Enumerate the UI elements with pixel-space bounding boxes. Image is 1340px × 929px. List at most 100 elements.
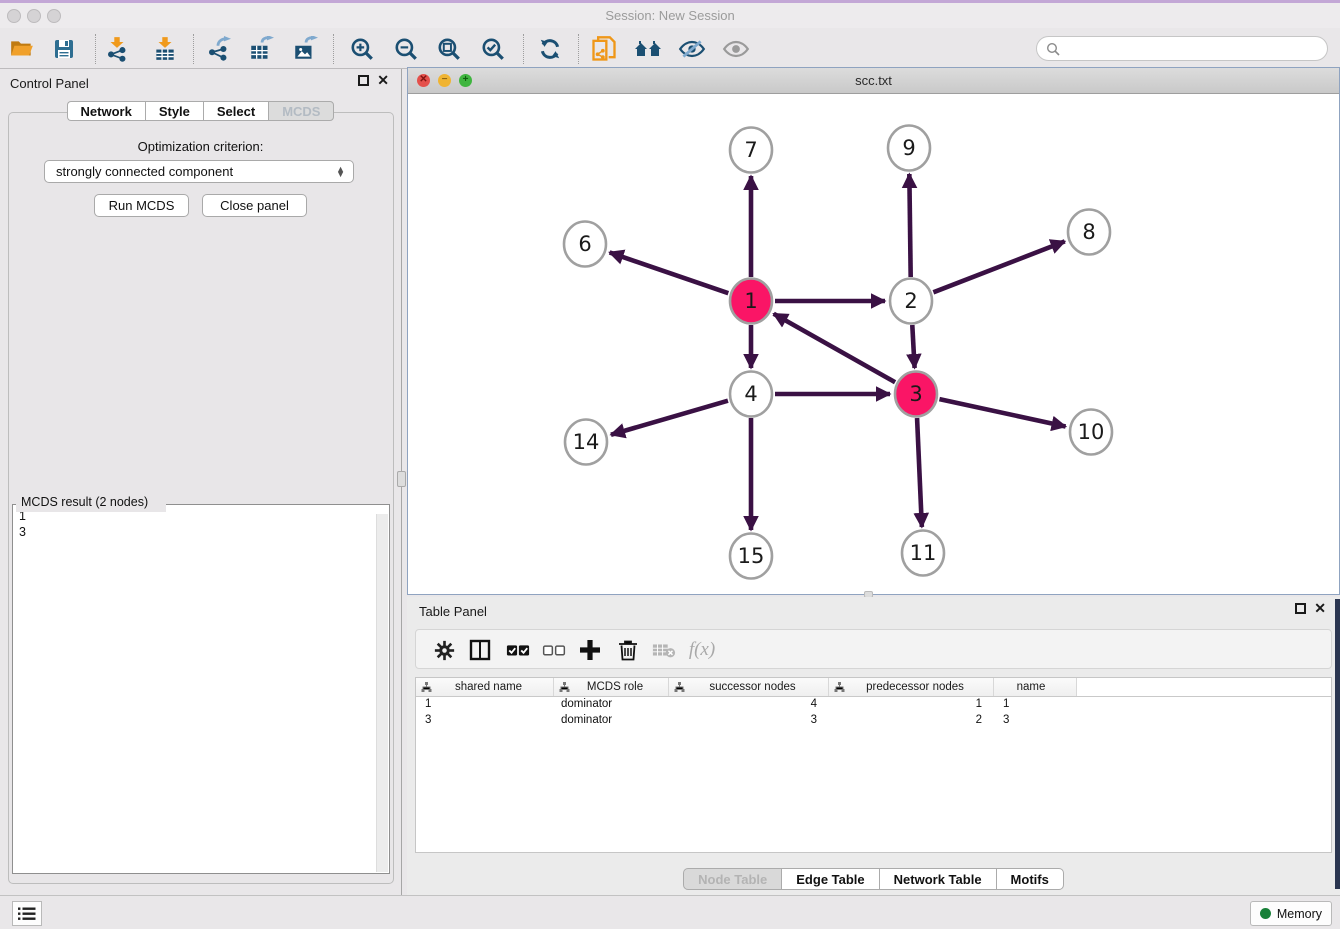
deselect-all-icon[interactable] xyxy=(540,636,568,664)
cell-shared-name[interactable]: 1 xyxy=(416,697,554,713)
column-header-name[interactable]: name xyxy=(994,678,1077,696)
run-mcds-button[interactable]: Run MCDS xyxy=(94,194,189,217)
criterion-dropdown[interactable]: strongly connected component ▲▼ xyxy=(44,160,354,183)
memory-label: Memory xyxy=(1277,907,1322,921)
svg-text:15: 15 xyxy=(738,544,765,568)
search-box[interactable] xyxy=(1036,36,1328,61)
graph-node-9[interactable]: 9 xyxy=(888,126,930,171)
mcds-result-group: MCDS result (2 nodes) 1 3 xyxy=(12,496,390,874)
add-row-icon[interactable] xyxy=(576,636,604,664)
import-table-icon[interactable] xyxy=(151,35,179,63)
edge-3-11[interactable] xyxy=(917,418,922,527)
svg-text:4: 4 xyxy=(744,382,757,406)
cell-name[interactable]: 1 xyxy=(994,697,1077,713)
tab-node-table[interactable]: Node Table xyxy=(683,868,781,890)
graph-node-1[interactable]: 1 xyxy=(730,279,772,324)
column-header-shared-name[interactable]: shared name xyxy=(416,678,554,696)
edge-4-14[interactable] xyxy=(611,401,728,435)
tab-network-table[interactable]: Network Table xyxy=(879,868,996,890)
cell-predecessor-nodes[interactable]: 2 xyxy=(829,713,994,729)
close-panel-icon[interactable]: ✕ xyxy=(377,75,389,86)
memory-button[interactable]: Memory xyxy=(1250,901,1332,926)
svg-text:8: 8 xyxy=(1082,220,1095,244)
open-session-icon[interactable] xyxy=(8,35,36,63)
zoom-selected-icon[interactable] xyxy=(479,35,507,63)
table-row[interactable]: 1 dominator 4 1 1 xyxy=(416,697,1331,713)
cell-shared-name[interactable]: 3 xyxy=(416,713,554,729)
column-header-predecessor-nodes[interactable]: predecessor nodes xyxy=(829,678,994,696)
graph-node-15[interactable]: 15 xyxy=(730,534,772,579)
graph-node-3[interactable]: 3 xyxy=(895,372,937,417)
svg-text:10: 10 xyxy=(1078,420,1105,444)
cell-successor-nodes[interactable]: 4 xyxy=(669,697,829,713)
tab-edge-table[interactable]: Edge Table xyxy=(781,868,878,890)
cell-mcds-role[interactable]: dominator xyxy=(554,713,669,729)
cell-name[interactable]: 3 xyxy=(994,713,1077,729)
tab-select[interactable]: Select xyxy=(203,101,268,121)
tab-network[interactable]: Network xyxy=(67,101,145,121)
graph-node-2[interactable]: 2 xyxy=(890,279,932,324)
fx-label: f(x) xyxy=(689,639,715,661)
graph-node-4[interactable]: 4 xyxy=(730,372,772,417)
column-header-successor-nodes[interactable]: successor nodes xyxy=(669,678,829,696)
graph-node-14[interactable]: 14 xyxy=(565,420,607,465)
table-row[interactable]: 3 dominator 3 2 3 xyxy=(416,713,1331,729)
edge-2-9[interactable] xyxy=(909,174,910,277)
graph-node-6[interactable]: 6 xyxy=(564,222,606,267)
dropdown-stepper-icon: ▲▼ xyxy=(336,167,345,177)
network-graph-canvas[interactable]: 7 9 6 8 1 2 4 3 14 10 15 11 xyxy=(408,94,1339,594)
export-network-icon[interactable] xyxy=(204,35,232,63)
svg-text:7: 7 xyxy=(744,138,757,162)
table-header-row: shared name MCDS role successor nodes pr… xyxy=(416,678,1331,697)
control-panel-tabs: Network Style Select MCDS xyxy=(0,101,401,121)
graph-node-10[interactable]: 10 xyxy=(1070,410,1112,455)
export-table-icon[interactable] xyxy=(247,35,275,63)
close-table-panel-icon[interactable]: ✕ xyxy=(1314,603,1326,614)
tab-motifs[interactable]: Motifs xyxy=(996,868,1064,890)
export-image-icon[interactable] xyxy=(291,35,319,63)
close-panel-button[interactable]: Close panel xyxy=(202,194,307,217)
home-layout-icon[interactable] xyxy=(634,35,662,63)
function-builder-icon[interactable]: f(x) xyxy=(688,636,716,664)
graph-node-7[interactable]: 7 xyxy=(730,128,772,173)
zoom-out-icon[interactable] xyxy=(392,35,420,63)
tab-style[interactable]: Style xyxy=(145,101,203,121)
graph-node-8[interactable]: 8 xyxy=(1068,210,1110,255)
list-icon xyxy=(18,907,36,921)
cell-predecessor-nodes[interactable]: 1 xyxy=(829,697,994,713)
task-history-button[interactable] xyxy=(12,901,42,926)
svg-text:14: 14 xyxy=(573,430,600,454)
cell-successor-nodes[interactable]: 3 xyxy=(669,713,829,729)
cell-mcds-role[interactable]: dominator xyxy=(554,697,669,713)
edge-1-6[interactable] xyxy=(610,252,729,293)
search-input[interactable] xyxy=(1060,42,1310,56)
select-all-icon[interactable] xyxy=(504,636,532,664)
graph-node-11[interactable]: 11 xyxy=(902,531,944,576)
tab-mcds[interactable]: MCDS xyxy=(268,101,334,121)
result-scrollbar[interactable] xyxy=(376,514,388,872)
node-table[interactable]: shared name MCDS role successor nodes pr… xyxy=(415,677,1332,853)
delete-row-trash-icon[interactable] xyxy=(614,636,642,664)
column-header-mcds-role[interactable]: MCDS role xyxy=(554,678,669,696)
edge-3-1[interactable] xyxy=(774,314,895,382)
zoom-fit-icon[interactable] xyxy=(435,35,463,63)
clone-network-icon[interactable] xyxy=(590,35,618,63)
edge-3-10[interactable] xyxy=(939,399,1065,426)
import-network-icon[interactable] xyxy=(103,35,131,63)
delete-table-icon[interactable] xyxy=(650,636,678,664)
show-panel-eye-icon[interactable] xyxy=(722,35,750,63)
edge-2-8[interactable] xyxy=(933,241,1064,292)
float-table-panel-icon[interactable] xyxy=(1295,603,1306,614)
refresh-view-icon[interactable] xyxy=(536,35,564,63)
network-window-titlebar[interactable]: ✕ − + scc.txt xyxy=(408,68,1339,94)
save-session-icon[interactable] xyxy=(50,35,78,63)
table-panel: Table Panel ✕ xyxy=(407,597,1340,895)
column-layout-icon[interactable] xyxy=(466,636,494,664)
hide-panel-eye-icon[interactable] xyxy=(678,35,706,63)
gear-icon[interactable] xyxy=(430,636,458,664)
zoom-in-icon[interactable] xyxy=(348,35,376,63)
edge-2-3[interactable] xyxy=(912,325,914,368)
svg-text:2: 2 xyxy=(904,289,917,313)
panel-splitter-grip[interactable] xyxy=(397,471,406,487)
float-panel-icon[interactable] xyxy=(358,75,369,86)
